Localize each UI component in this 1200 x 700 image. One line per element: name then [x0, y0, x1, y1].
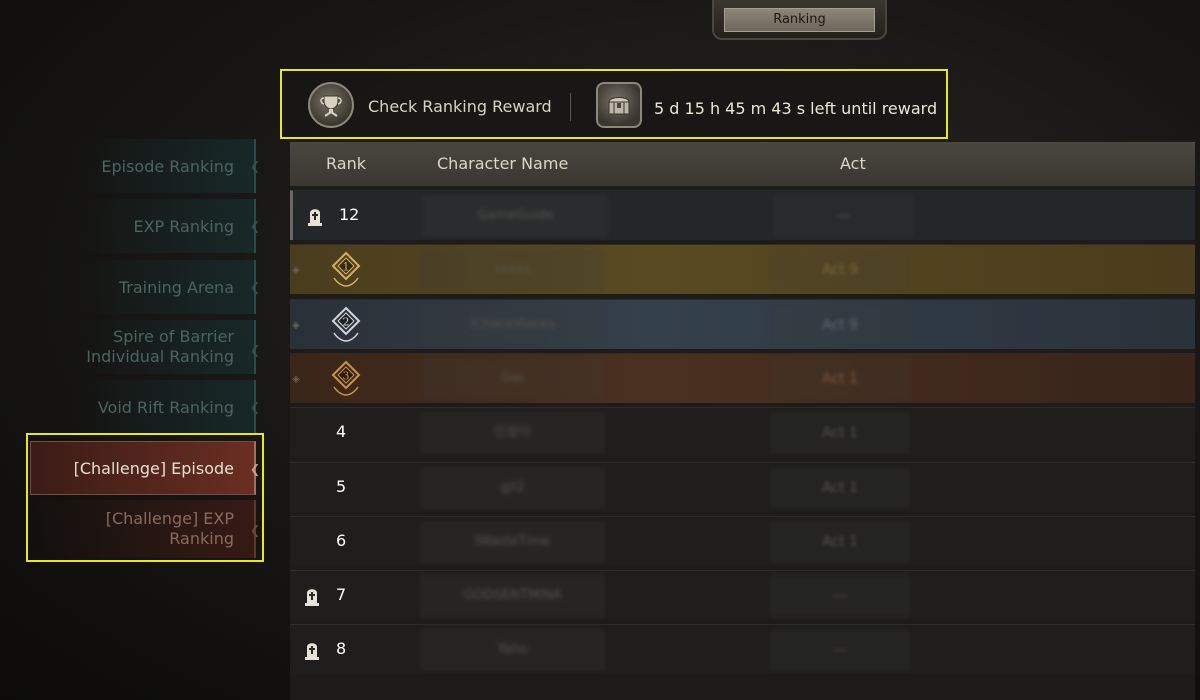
act-value: Act 9: [770, 249, 910, 292]
sidebar-item-label: Training Arena: [118, 277, 234, 297]
table-row[interactable]: 5 gil2 Act 1: [290, 461, 1195, 512]
chevron-left-icon: ❮: [249, 280, 260, 294]
rank-number: 4: [336, 422, 347, 442]
trophy-emblem-icon[interactable]: [308, 82, 354, 128]
character-name: xxxxx: [420, 249, 605, 292]
check-ranking-reward-link[interactable]: Check Ranking Reward: [368, 97, 552, 116]
chevron-left-icon: ❮: [249, 523, 260, 537]
rank-number: 6: [336, 530, 347, 550]
row-marker-icon: ◈: [292, 265, 300, 277]
table-row[interactable]: ◈ 2 ICheckVoices Act 9: [290, 298, 1195, 349]
chevron-left-icon: ❮: [249, 219, 260, 233]
sidebar-item-challenge-exp-ranking[interactable]: [Challenge] EXP Ranking ❮: [30, 500, 260, 558]
act-value: Act 9: [770, 303, 910, 346]
silver-medal-icon: 2: [331, 306, 361, 342]
rank-number: 1: [343, 261, 350, 274]
rank-number: 8: [336, 639, 347, 659]
act-value: Act 1: [770, 357, 910, 400]
act-value: Act 1: [770, 466, 910, 509]
chevron-left-icon: ❮: [249, 159, 260, 173]
table-row[interactable]: 6 IWasteTime Act 1: [290, 515, 1195, 566]
character-name: Gwi: [420, 357, 605, 400]
divider: [570, 93, 571, 121]
sidebar-item-label: [Challenge] Episode: [73, 458, 234, 478]
sidebar-item-label: Void Rift Ranking: [97, 397, 234, 417]
tombstone-icon: [305, 643, 319, 661]
sidebar-item-episode-ranking[interactable]: Episode Ranking ❮: [76, 139, 260, 193]
act-value: Act 1: [770, 412, 910, 455]
reward-countdown-text: 5 d 15 h 45 m 43 s left until reward: [654, 99, 938, 118]
chevron-left-icon: ❮: [249, 400, 260, 414]
rank-number: 12: [339, 205, 360, 224]
table-row[interactable]: 12 GameGuide —: [290, 190, 1195, 240]
character-name: gil2: [420, 466, 605, 509]
rank-number: 2: [343, 315, 350, 328]
character-name: GODSENTMINA: [420, 575, 605, 618]
bronze-medal-icon: 3: [331, 360, 361, 396]
page-title: Ranking: [773, 12, 826, 27]
ranking-table: Rank Character Name Act 12 GameGuide — ◈ 1 xx…: [290, 140, 1195, 700]
act-value: —: [770, 575, 910, 618]
reward-bar: Check Ranking Reward 5 d 15 h 45 m 43 s …: [280, 69, 948, 139]
rank-number: 3: [343, 369, 350, 382]
sidebar-item-training-arena[interactable]: Training Arena ❮: [76, 260, 260, 314]
table-header: Rank Character Name Act: [290, 142, 1195, 186]
ranking-title-plate: Ranking: [724, 8, 875, 32]
sidebar-item-label-line2: Individual Ranking: [86, 347, 234, 366]
tombstone-icon: [308, 209, 322, 226]
sidebar-item-label-line1: [Challenge] EXP: [105, 509, 234, 528]
column-header-character-name: Character Name: [437, 154, 569, 173]
sidebar-item-label-line1: Spire of Barrier: [113, 327, 234, 346]
row-marker-icon: ◈: [292, 319, 300, 331]
gold-medal-icon: 1: [331, 251, 361, 288]
sidebar-item-exp-ranking[interactable]: EXP Ranking ❮: [76, 199, 260, 253]
act-value: —: [773, 195, 913, 237]
sidebar-item-void-rift-ranking[interactable]: Void Rift Ranking ❮: [76, 380, 260, 434]
character-name: 인정이: [420, 412, 605, 455]
sidebar-item-challenge-episode[interactable]: [Challenge] Episode ❮: [30, 441, 260, 495]
sidebar-item-label: EXP Ranking: [133, 216, 234, 236]
table-row[interactable]: ◈ 1 xxxxx Act 9: [290, 244, 1195, 295]
act-value: Act 1: [770, 520, 910, 563]
sidebar-item-label: [Challenge] EXP Ranking: [106, 509, 234, 549]
chevron-left-icon: ❮: [249, 462, 260, 476]
sidebar-item-label: Spire of Barrier Individual Ranking: [86, 327, 234, 367]
rank-number: 7: [336, 585, 347, 605]
sidebar-item-label: Episode Ranking: [101, 156, 234, 176]
character-name: ICheckVoices: [420, 303, 605, 346]
ranking-title-banner: Ranking: [712, 0, 887, 40]
row-marker-icon: ◈: [292, 373, 300, 385]
sidebar-item-spire-of-barrier[interactable]: Spire of Barrier Individual Ranking ❮: [76, 320, 260, 374]
table-row[interactable]: 7 GODSENTMINA —: [290, 570, 1195, 621]
chest-icon: [596, 82, 642, 128]
sidebar-item-label-line2: Ranking: [169, 529, 234, 548]
table-row[interactable]: 4 인정이 Act 1: [290, 407, 1195, 458]
tombstone-icon: [305, 589, 319, 607]
table-row[interactable]: 8 Yaho —: [290, 624, 1195, 675]
act-value: —: [770, 629, 910, 672]
character-name: GameGuide: [423, 195, 608, 237]
rank-number: 5: [336, 476, 347, 496]
column-header-act: Act: [840, 154, 866, 173]
chevron-left-icon: ❮: [249, 343, 260, 357]
character-name: Yaho: [420, 629, 605, 672]
character-name: IWasteTime: [420, 520, 605, 563]
table-row[interactable]: ◈ 3 Gwi Act 1: [290, 352, 1195, 403]
column-header-rank: Rank: [326, 154, 366, 173]
